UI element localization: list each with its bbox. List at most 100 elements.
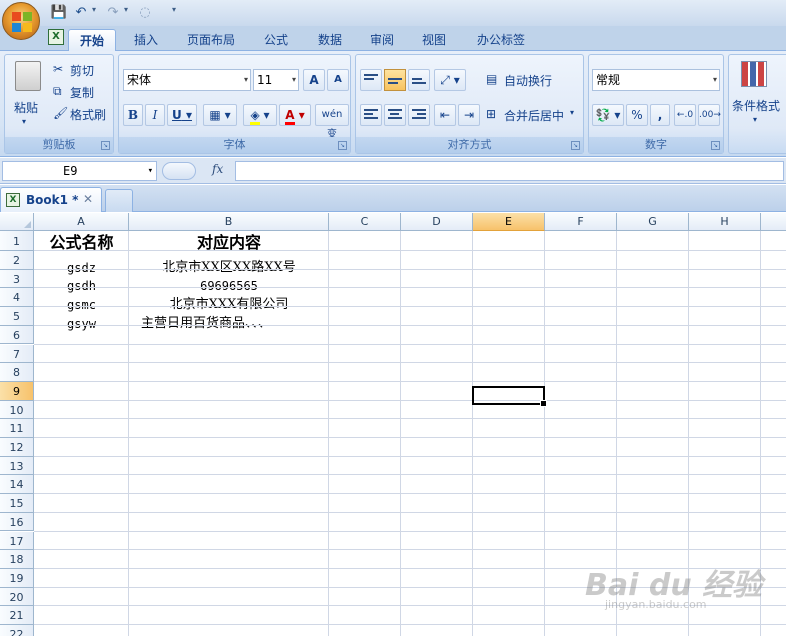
formula-bar-grip[interactable]	[162, 162, 196, 180]
decrease-decimal-button[interactable]: .00→	[698, 104, 721, 126]
row-header-14[interactable]: 14	[0, 475, 34, 495]
refresh-icon[interactable]: ◌	[136, 4, 154, 22]
row-header-7[interactable]: 7	[0, 344, 34, 364]
redo-icon[interactable]: ↷	[104, 4, 122, 22]
wrap-text-button[interactable]: 自动换行	[504, 72, 552, 89]
column-header-b[interactable]: B	[129, 213, 329, 231]
row-header-3[interactable]: 3	[0, 269, 34, 289]
tab-view[interactable]: 视图	[414, 29, 454, 51]
increase-indent-button[interactable]: ⇥	[458, 104, 480, 126]
tab-insert[interactable]: 插入	[124, 29, 168, 51]
redo-dropdown-icon[interactable]: ▾	[124, 5, 128, 14]
row-header-15[interactable]: 15	[0, 494, 34, 513]
column-header-h[interactable]: H	[689, 213, 761, 231]
row-header-10[interactable]: 10	[0, 400, 34, 420]
grow-font-button[interactable]: A	[303, 69, 325, 91]
merge-center-button[interactable]: 合并后居中	[504, 107, 564, 124]
row-header-21[interactable]: 21	[0, 606, 34, 625]
tab-office-tabs[interactable]: 办公标签	[468, 29, 534, 51]
row-header-1[interactable]: 1	[0, 231, 34, 251]
row-header-8[interactable]: 8	[0, 363, 34, 382]
format-painter-button[interactable]: 格式刷	[70, 106, 106, 123]
name-box[interactable]: E9 ▾	[2, 161, 157, 181]
underline-button[interactable]: U ▾	[167, 104, 197, 126]
conditional-format-icon[interactable]	[741, 61, 767, 87]
office-button[interactable]	[2, 2, 40, 40]
row-header-5[interactable]: 5	[0, 307, 34, 326]
column-header-c[interactable]: C	[329, 213, 401, 231]
comma-button[interactable]: ,	[650, 104, 670, 126]
tab-formulas[interactable]: 公式	[256, 29, 296, 51]
conditional-format-button[interactable]: 条件格式	[732, 97, 780, 114]
row-header-11[interactable]: 11	[0, 419, 34, 438]
column-header-d[interactable]: D	[401, 213, 473, 231]
column-header-i[interactable]	[761, 213, 786, 231]
conditional-dropdown-icon[interactable]: ▾	[753, 115, 757, 124]
number-format-select[interactable]: 常规 ▾	[592, 69, 720, 91]
italic-button[interactable]: I	[145, 104, 165, 126]
align-center-button[interactable]	[384, 104, 406, 126]
undo-dropdown-icon[interactable]: ▾	[92, 5, 96, 14]
customize-qat-icon[interactable]: ▾	[172, 5, 176, 14]
row-header-18[interactable]: 18	[0, 550, 34, 569]
align-bottom-button[interactable]	[408, 69, 430, 91]
merge-dropdown-icon[interactable]: ▾	[570, 108, 574, 117]
column-header-a[interactable]: A	[34, 213, 129, 231]
cut-button[interactable]: 剪切	[70, 62, 94, 79]
bold-button[interactable]: B	[123, 104, 143, 126]
borders-button[interactable]: ▦ ▾	[203, 104, 237, 126]
increase-decimal-button[interactable]: ←.0	[674, 104, 696, 126]
shrink-font-button[interactable]: A	[327, 69, 349, 91]
cell-a4[interactable]: gsmc	[34, 296, 129, 314]
copy-button[interactable]: 复制	[70, 84, 94, 101]
new-tab-button[interactable]	[105, 189, 133, 212]
clipboard-launcher-icon[interactable]: ↘	[101, 141, 110, 150]
phonetic-button[interactable]: wén 变	[315, 104, 349, 140]
row-header-13[interactable]: 13	[0, 456, 34, 476]
number-launcher-icon[interactable]: ↘	[711, 141, 720, 150]
close-icon[interactable]: ✕	[83, 192, 93, 206]
cell-a1[interactable]: 公式名称	[34, 233, 129, 252]
paste-dropdown-icon[interactable]: ▾	[22, 117, 26, 126]
decrease-indent-button[interactable]: ⇤	[434, 104, 456, 126]
formula-input[interactable]	[235, 161, 784, 181]
active-cell-e9[interactable]	[472, 386, 547, 407]
insert-function-button[interactable]: fx	[212, 162, 223, 176]
row-header-16[interactable]: 16	[0, 512, 34, 532]
orientation-button[interactable]: ⤢ ▾	[434, 69, 466, 91]
row-header-19[interactable]: 19	[0, 568, 34, 588]
column-header-g[interactable]: G	[617, 213, 689, 231]
font-launcher-icon[interactable]: ↘	[338, 141, 347, 150]
cell-b3[interactable]: 69696565	[129, 277, 329, 295]
cell-b4[interactable]: 北京市XXX有限公司	[129, 296, 329, 314]
font-name-select[interactable]: 宋体 ▾	[123, 69, 251, 91]
currency-button[interactable]: 💱 ▾	[592, 104, 624, 126]
font-color-button[interactable]: A ▾	[279, 104, 311, 126]
row-header-6[interactable]: 6	[0, 325, 34, 345]
fill-color-button[interactable]: ◈ ▾	[243, 104, 277, 126]
font-size-select[interactable]: 11 ▾	[253, 69, 299, 91]
workbook-tab[interactable]: X Book1 * ✕	[0, 187, 102, 212]
tab-review[interactable]: 审阅	[362, 29, 402, 51]
percent-button[interactable]: %	[626, 104, 648, 126]
row-header-17[interactable]: 17	[0, 531, 34, 551]
column-header-f[interactable]: F	[545, 213, 617, 231]
select-all-corner[interactable]	[0, 213, 34, 231]
align-left-button[interactable]	[360, 104, 382, 126]
align-right-button[interactable]	[408, 104, 430, 126]
paste-button[interactable]: 粘贴	[14, 99, 38, 116]
tab-page-layout[interactable]: 页面布局	[180, 29, 242, 51]
cell-b1[interactable]: 对应内容	[129, 233, 329, 252]
row-header-12[interactable]: 12	[0, 438, 34, 457]
row-header-4[interactable]: 4	[0, 288, 34, 308]
align-top-button[interactable]	[360, 69, 382, 91]
tab-data[interactable]: 数据	[308, 29, 352, 51]
alignment-launcher-icon[interactable]: ↘	[571, 141, 580, 150]
save-icon[interactable]: 💾	[50, 4, 68, 22]
row-header-22[interactable]: 22	[0, 625, 34, 636]
row-header-20[interactable]: 20	[0, 587, 34, 607]
row-header-9[interactable]: 9	[0, 381, 34, 401]
undo-icon[interactable]: ↶	[72, 4, 90, 22]
row-header-2[interactable]: 2	[0, 251, 34, 270]
cell-a3[interactable]: gsdh	[34, 277, 129, 295]
